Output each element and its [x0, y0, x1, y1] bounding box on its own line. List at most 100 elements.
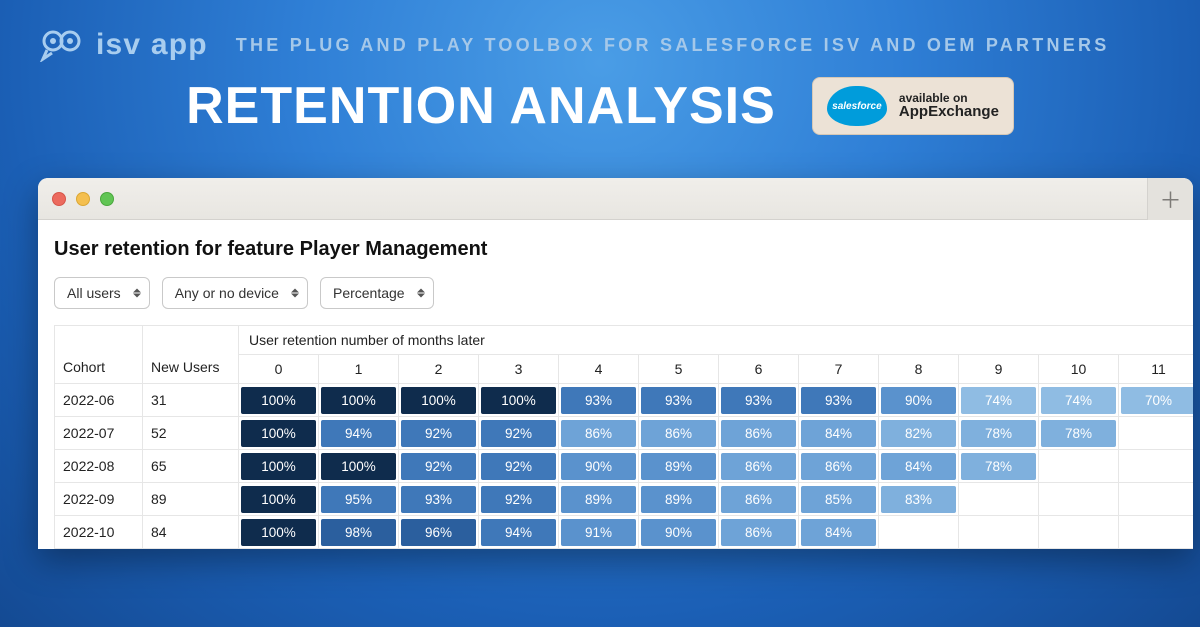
brand-name: ISV app [96, 28, 208, 62]
retention-cell: 98% [319, 516, 399, 549]
retention-cell: 100% [239, 417, 319, 450]
retention-cell: 90% [879, 384, 959, 417]
cohort-cell: 2022-09 [55, 483, 143, 516]
brand-logo: ISV app [40, 28, 208, 62]
brand-tagline: THE PLUG AND PLAY TOOLBOX FOR SALESFORCE… [236, 35, 1110, 56]
app-window: ＋ User retention for feature Player Mana… [38, 178, 1193, 549]
retention-cell: 94% [319, 417, 399, 450]
retention-cell: 84% [879, 450, 959, 483]
users-select[interactable]: All users [54, 277, 150, 309]
month-header: 4 [559, 355, 639, 384]
retention-cell: 86% [799, 450, 879, 483]
retention-cell: 85% [799, 483, 879, 516]
table-row: 2022-0631100%100%100%100%93%93%93%93%90%… [55, 384, 1194, 417]
table-row: 2022-0989100%95%93%92%89%89%86%85%83% [55, 483, 1194, 516]
zoom-icon[interactable] [100, 192, 114, 206]
retention-cell: 82% [879, 417, 959, 450]
retention-cell: 100% [319, 384, 399, 417]
mode-select[interactable]: Percentage [320, 277, 434, 309]
new-users-cell: 65 [143, 450, 239, 483]
retention-cell: 86% [719, 483, 799, 516]
new-users-cell: 89 [143, 483, 239, 516]
retention-cell: 90% [559, 450, 639, 483]
close-icon[interactable] [52, 192, 66, 206]
retention-cell: 86% [719, 417, 799, 450]
retention-cell: 74% [959, 384, 1039, 417]
new-tab-button[interactable]: ＋ [1147, 178, 1193, 220]
retention-cell: 92% [399, 450, 479, 483]
retention-cell: 100% [239, 450, 319, 483]
retention-cell: 93% [639, 384, 719, 417]
retention-cell: 70% [1119, 384, 1194, 417]
page-title: RETENTION ANALYSIS [186, 76, 776, 136]
cohort-cell: 2022-06 [55, 384, 143, 417]
cohort-header: Cohort [55, 326, 143, 384]
retention-cell [879, 516, 959, 549]
chevron-updown-icon [133, 289, 141, 298]
window-chrome: ＋ [38, 178, 1193, 220]
panel-title: User retention for feature Player Manage… [54, 238, 1177, 261]
retention-cell: 86% [719, 516, 799, 549]
cohort-cell: 2022-10 [55, 516, 143, 549]
brand-row: ISV app THE PLUG AND PLAY TOOLBOX FOR SA… [0, 0, 1200, 62]
retention-cell: 89% [559, 483, 639, 516]
retention-cell: 93% [399, 483, 479, 516]
retention-cell: 74% [1039, 384, 1119, 417]
retention-cell: 84% [799, 516, 879, 549]
retention-cell: 78% [959, 417, 1039, 450]
new-users-cell: 84 [143, 516, 239, 549]
retention-cell: 83% [879, 483, 959, 516]
retention-cell: 92% [479, 483, 559, 516]
retention-cell: 92% [399, 417, 479, 450]
retention-cell: 84% [799, 417, 879, 450]
appexchange-text: available on AppExchange [899, 92, 999, 120]
retention-cell: 91% [559, 516, 639, 549]
new-users-cell: 31 [143, 384, 239, 417]
month-header: 1 [319, 355, 399, 384]
month-header: 7 [799, 355, 879, 384]
device-select[interactable]: Any or no device [162, 277, 308, 309]
appexchange-badge[interactable]: salesforce available on AppExchange [812, 77, 1014, 135]
retention-table: Cohort New Users User retention number o… [54, 325, 1193, 549]
retention-cell: 89% [639, 450, 719, 483]
cohort-cell: 2022-08 [55, 450, 143, 483]
month-header: 9 [959, 355, 1039, 384]
new-users-header: New Users [143, 326, 239, 384]
month-header: 0 [239, 355, 319, 384]
month-header: 10 [1039, 355, 1119, 384]
hero-row: RETENTION ANALYSIS salesforce available … [0, 76, 1200, 136]
retention-cell: 86% [719, 450, 799, 483]
logo-icon [40, 28, 86, 62]
retention-cell [1119, 417, 1194, 450]
month-header: 6 [719, 355, 799, 384]
retention-cell [1039, 450, 1119, 483]
cohort-cell: 2022-07 [55, 417, 143, 450]
retention-cell: 100% [239, 384, 319, 417]
retention-cell: 93% [559, 384, 639, 417]
table-row: 2022-0752100%94%92%92%86%86%86%84%82%78%… [55, 417, 1194, 450]
month-header: 3 [479, 355, 559, 384]
chevron-updown-icon [291, 289, 299, 298]
filters-row: All users Any or no device Percentage [54, 277, 1177, 309]
retention-cell [1039, 483, 1119, 516]
month-header: 8 [879, 355, 959, 384]
retention-cell: 100% [239, 516, 319, 549]
month-header: 11 [1119, 355, 1194, 384]
retention-cell [959, 516, 1039, 549]
retention-cell: 78% [1039, 417, 1119, 450]
minimize-icon[interactable] [76, 192, 90, 206]
retention-cell: 89% [639, 483, 719, 516]
traffic-lights [52, 192, 114, 206]
retention-cell [1039, 516, 1119, 549]
month-header: 5 [639, 355, 719, 384]
retention-cell: 100% [479, 384, 559, 417]
retention-cell [959, 483, 1039, 516]
retention-cell [1119, 450, 1194, 483]
retention-cell [1119, 516, 1194, 549]
retention-cell: 86% [559, 417, 639, 450]
retention-cell: 95% [319, 483, 399, 516]
chevron-updown-icon [417, 289, 425, 298]
retention-cell [1119, 483, 1194, 516]
retention-cell: 100% [239, 483, 319, 516]
table-row: 2022-0865100%100%92%92%90%89%86%86%84%78… [55, 450, 1194, 483]
